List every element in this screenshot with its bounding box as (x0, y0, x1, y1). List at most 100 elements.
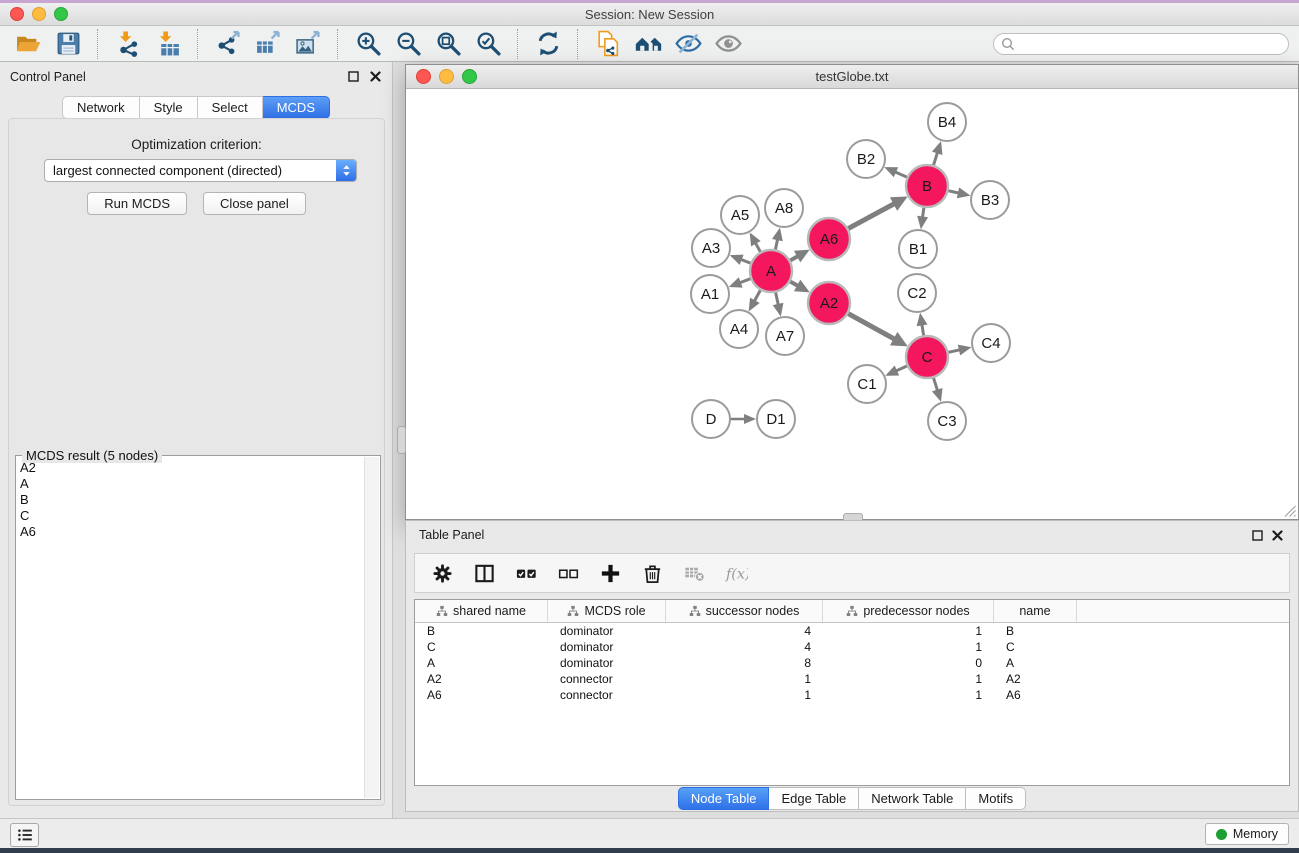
save-session-icon (55, 30, 82, 57)
zoom-in-button[interactable] (348, 28, 388, 60)
apply-preferred-layout-button[interactable] (528, 28, 568, 60)
table-close-panel-icon[interactable] (1270, 528, 1284, 542)
node-label-A6: A6 (820, 231, 838, 248)
export-image-button[interactable] (288, 28, 328, 60)
search-input[interactable] (1019, 34, 1288, 54)
arrowhead-icon (744, 414, 756, 424)
result-scrollbar[interactable] (364, 457, 379, 798)
open-network-file-button[interactable] (588, 28, 628, 60)
network-window-title: testGlobe.txt (406, 69, 1298, 84)
mcds-result-list[interactable]: A2ABCA6 (18, 460, 364, 797)
resize-grip-icon[interactable] (1283, 504, 1297, 518)
show-panel-icon (715, 30, 742, 57)
node-label-B: B (922, 178, 932, 195)
zoom-out-button[interactable] (388, 28, 428, 60)
column-header-predecessor-nodes[interactable]: predecessor nodes (823, 600, 994, 622)
tab-style[interactable]: Style (140, 96, 198, 119)
tab-edge-table[interactable]: Edge Table (769, 787, 859, 810)
import-network-button[interactable] (108, 28, 148, 60)
table-row[interactable]: Cdominator41C (415, 639, 1289, 655)
table-row[interactable]: A6connector11A6 (415, 687, 1289, 703)
node-label-D: D (706, 411, 717, 428)
hierarchy-icon (567, 605, 579, 617)
mcds-result-box: MCDS result (5 nodes) A2ABCA6 (15, 455, 381, 800)
open-file-button[interactable] (8, 28, 48, 60)
toolbar-separator (97, 29, 99, 59)
app-title: Session: New Session (0, 7, 1299, 22)
mcds-result-item[interactable]: A (20, 476, 364, 492)
node-label-A3: A3 (702, 240, 720, 257)
network-canvas[interactable]: AA6A2BCA1A3A4A5A7A8B1B2B3B4C1C2C3C4DD1 (406, 89, 1298, 519)
table-row[interactable]: Bdominator41B (415, 623, 1289, 639)
edge-A2-C[interactable] (846, 312, 896, 339)
criterion-dropdown[interactable]: largest connected component (directed) (44, 159, 357, 182)
control-panel-tabs: NetworkStyleSelectMCDS (0, 96, 392, 119)
node-label-C3: C3 (937, 413, 956, 430)
select-all-button[interactable] (507, 557, 545, 589)
deselect-all-icon (557, 562, 580, 585)
node-label-A4: A4 (730, 321, 748, 338)
delete-column-icon (641, 562, 664, 585)
zoom-selected-button[interactable] (468, 28, 508, 60)
save-session-button[interactable] (48, 28, 88, 60)
export-network-button[interactable] (208, 28, 248, 60)
mcds-result-item[interactable]: B (20, 492, 364, 508)
task-history-button[interactable] (10, 823, 39, 847)
open-file-icon (15, 30, 42, 57)
import-table-icon (155, 30, 182, 57)
memory-button[interactable]: Memory (1205, 823, 1289, 845)
table-row[interactable]: A2connector11A2 (415, 671, 1289, 687)
edge-A6-B[interactable] (846, 203, 896, 230)
node-label-D1: D1 (766, 411, 785, 428)
import-table-button[interactable] (148, 28, 188, 60)
apply-function-button[interactable]: f(x) (717, 557, 755, 589)
search-box[interactable] (993, 33, 1289, 55)
table-float-panel-icon[interactable] (1250, 528, 1264, 542)
float-panel-icon[interactable] (346, 69, 360, 83)
tab-mcds[interactable]: MCDS (263, 96, 330, 119)
vertical-splitter-handle[interactable] (397, 426, 406, 454)
column-header-shared-name[interactable]: shared name (415, 600, 548, 622)
column-header-name[interactable]: name (994, 600, 1077, 622)
toolbar-separator (197, 29, 199, 59)
hide-panel-button[interactable] (668, 28, 708, 60)
zoom-fit-button[interactable] (428, 28, 468, 60)
mcds-result-item[interactable]: C (20, 508, 364, 524)
delete-column-button[interactable] (633, 557, 671, 589)
mcds-result-item[interactable]: A2 (20, 460, 364, 476)
mcds-result-item[interactable]: A6 (20, 524, 364, 540)
table-settings-button[interactable] (423, 557, 461, 589)
cell-predecessor-nodes: 1 (823, 688, 994, 702)
tab-network[interactable]: Network (62, 96, 140, 119)
select-all-icon (515, 562, 538, 585)
cell-predecessor-nodes: 0 (823, 656, 994, 670)
app-titlebar: Session: New Session (0, 3, 1299, 26)
deselect-all-button[interactable] (549, 557, 587, 589)
svg-text:f(x): f(x) (725, 566, 748, 582)
close-panel-icon[interactable] (368, 69, 382, 83)
arrowhead-icon (932, 141, 942, 155)
cell-predecessor-nodes: 1 (823, 672, 994, 686)
tab-network-table[interactable]: Network Table (859, 787, 966, 810)
tab-select[interactable]: Select (198, 96, 263, 119)
add-column-button[interactable] (591, 557, 629, 589)
tab-motifs[interactable]: Motifs (966, 787, 1026, 810)
column-header-MCDS-role[interactable]: MCDS role (548, 600, 666, 622)
table-row[interactable]: Adominator80A (415, 655, 1289, 671)
column-visibility-button[interactable] (465, 557, 503, 589)
table-panel: Table Panel f(x) shared nameMCDS rolesuc… (405, 520, 1299, 812)
control-panel: Control Panel NetworkStyleSelectMCDS Opt… (0, 62, 393, 818)
cell-MCDS-role: dominator (548, 640, 666, 654)
memory-status-icon (1216, 829, 1227, 840)
arrowhead-icon (772, 228, 783, 242)
export-table-button[interactable] (248, 28, 288, 60)
run-mcds-button[interactable]: Run MCDS (87, 192, 187, 215)
column-header-successor-nodes[interactable]: successor nodes (666, 600, 823, 622)
close-panel-button[interactable]: Close panel (203, 192, 306, 215)
arrowhead-icon (773, 303, 784, 317)
network-window-titlebar[interactable]: testGlobe.txt (406, 65, 1298, 89)
show-panel-button[interactable] (708, 28, 748, 60)
cyndex-home-button[interactable] (628, 28, 668, 60)
delete-table-button[interactable] (675, 557, 713, 589)
tab-node-table[interactable]: Node Table (678, 787, 770, 810)
